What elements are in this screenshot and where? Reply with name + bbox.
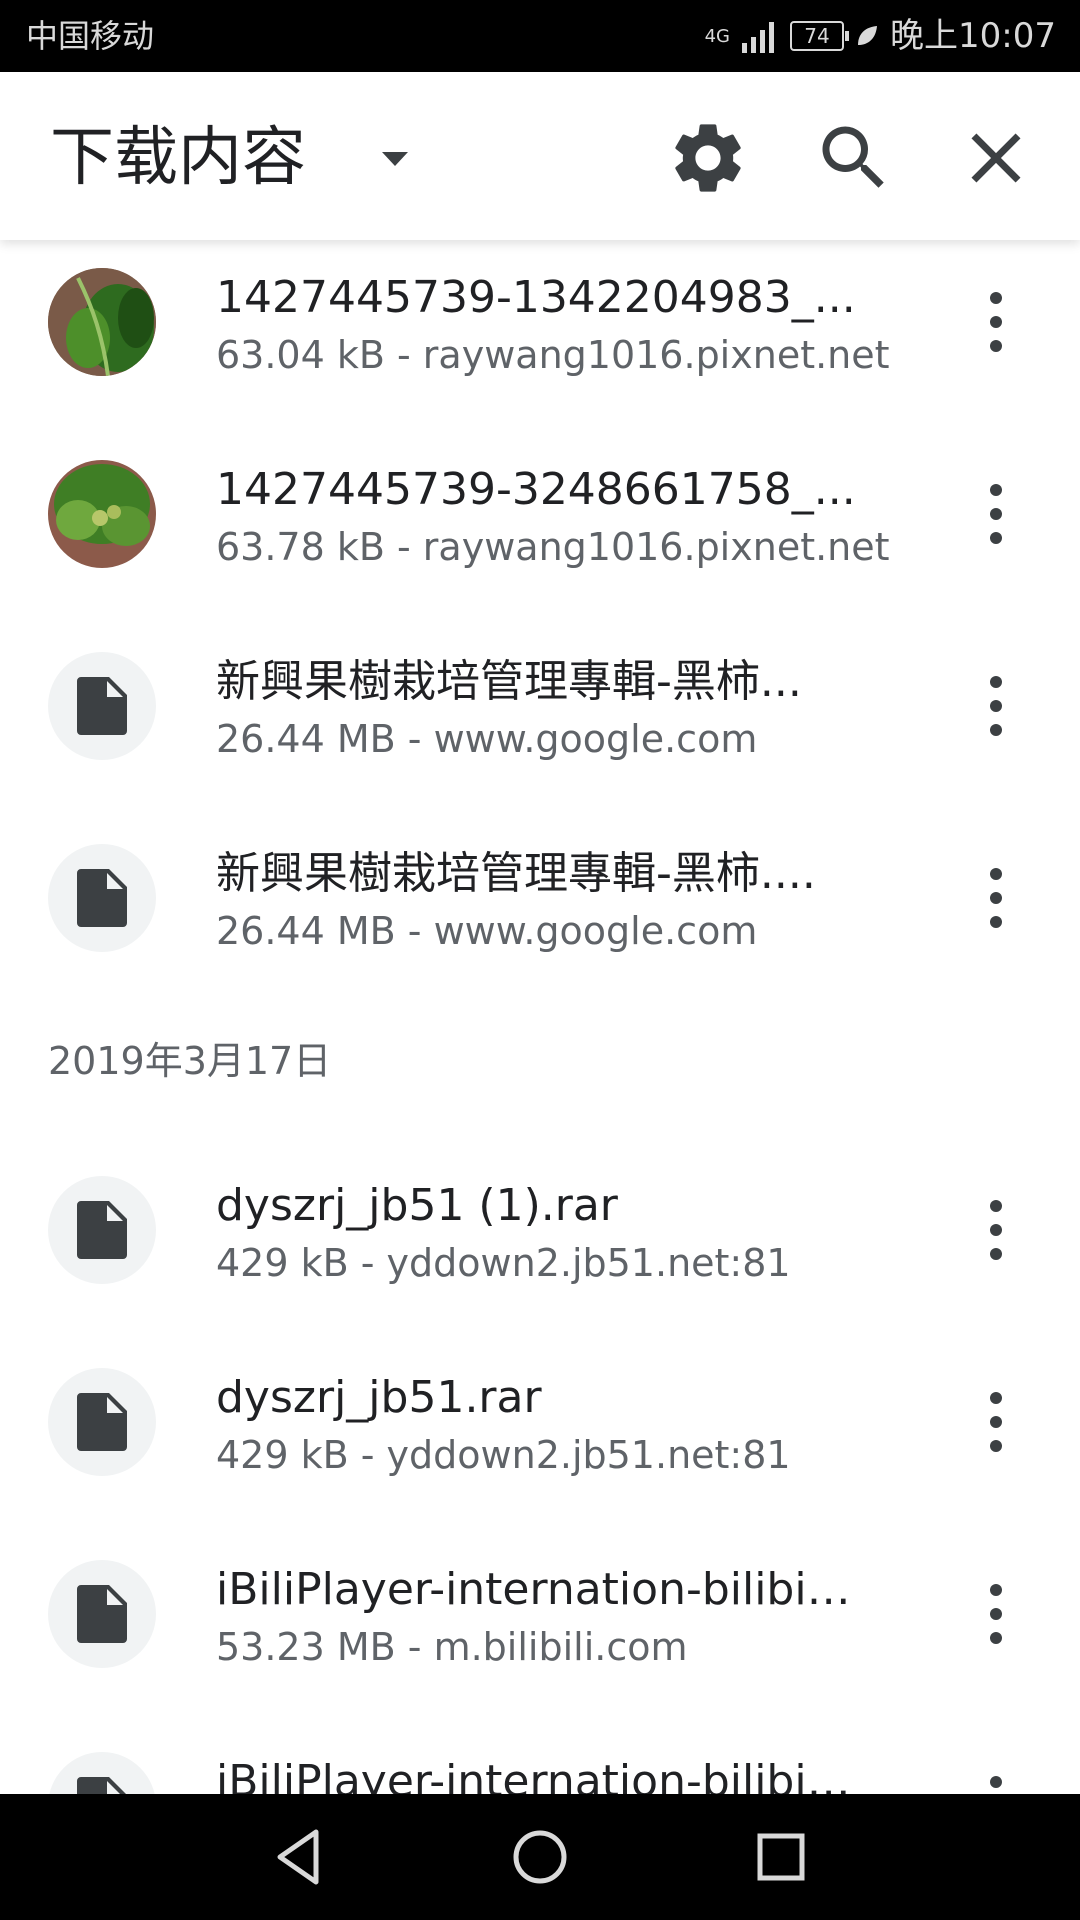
status-right: 4G 74 晚上10:07 (705, 14, 1056, 58)
download-meta: 26.44 MB - www.google.com (216, 717, 758, 761)
more-vert-icon[interactable] (966, 1384, 1026, 1460)
download-item[interactable]: iBiliPlayer-internation-bilibili... 53.2… (0, 1532, 1080, 1724)
more-vert-icon[interactable] (966, 1192, 1026, 1268)
carrier-label: 中国移动 (26, 17, 155, 55)
recents-icon[interactable] (746, 1822, 816, 1892)
download-list: 1427445739-1342204983_... 63.04 kB - ray… (0, 240, 1080, 1794)
battery-icon: 74 (790, 21, 850, 51)
leaf-icon (858, 26, 878, 45)
status-time: 晚上10:07 (890, 16, 1056, 56)
signal-icon (742, 22, 775, 53)
file-icon (77, 677, 127, 735)
download-item[interactable]: dyszrj_jb51.rar 429 kB - yddown2.jb51.ne… (0, 1340, 1080, 1532)
back-icon[interactable] (264, 1822, 334, 1892)
more-vert-icon[interactable] (966, 1768, 1026, 1794)
download-item[interactable]: 1427445739-3248661758_... 63.78 kB - ray… (0, 432, 1080, 624)
gear-icon[interactable] (666, 116, 750, 200)
download-meta: 63.04 kB - raywang1016.pixnet.net (216, 333, 890, 377)
search-icon[interactable] (812, 116, 896, 200)
app-bar: 下载内容 (0, 72, 1080, 240)
download-name: 1427445739-1342204983_... (216, 272, 856, 323)
more-vert-icon[interactable] (966, 1576, 1026, 1652)
leaf-photo-icon (48, 268, 156, 376)
file-icon (77, 1585, 127, 1643)
download-item[interactable]: dyszrj_jb51 (1).rar 429 kB - yddown2.jb5… (0, 1148, 1080, 1340)
download-item[interactable]: 新興果樹栽培管理專輯-黑柿... 26.44 MB - www.google.c… (0, 624, 1080, 816)
home-icon[interactable] (505, 1822, 575, 1892)
download-meta: 26.44 MB - www.google.com (216, 909, 758, 953)
download-name: 新興果樹栽培管理專輯-黑柿.... (216, 848, 816, 899)
download-item[interactable]: iBiliPlayer-internation-bilibili.... (0, 1724, 1080, 1794)
download-name: iBiliPlayer-internation-bilibili.... (216, 1756, 856, 1794)
download-meta: 429 kB - yddown2.jb51.net:81 (216, 1433, 791, 1477)
file-thumbnail (48, 1752, 156, 1794)
more-vert-icon[interactable] (966, 284, 1026, 360)
download-item[interactable]: 新興果樹栽培管理專輯-黑柿.... 26.44 MB - www.google.… (0, 816, 1080, 1008)
file-thumbnail (48, 652, 156, 760)
section-date-header: 2019年3月17日 (48, 1039, 332, 1083)
file-thumbnail (48, 1176, 156, 1284)
file-thumbnail (48, 1560, 156, 1668)
more-vert-icon[interactable] (966, 668, 1026, 744)
more-vert-icon[interactable] (966, 860, 1026, 936)
chevron-down-icon[interactable] (365, 140, 425, 180)
battery-level: 74 (804, 24, 830, 48)
download-name: iBiliPlayer-internation-bilibili... (216, 1564, 856, 1615)
image-thumbnail (48, 268, 156, 376)
download-meta: 53.23 MB - m.bilibili.com (216, 1625, 688, 1669)
download-name: dyszrj_jb51 (1).rar (216, 1180, 618, 1231)
page-title: 下载内容 (50, 121, 306, 195)
more-vert-icon[interactable] (966, 476, 1026, 552)
file-icon (77, 1777, 126, 1794)
download-name: 1427445739-3248661758_... (216, 464, 856, 515)
file-icon (77, 1201, 127, 1259)
leaf-photo-icon (48, 460, 156, 568)
file-icon (77, 869, 127, 927)
image-thumbnail (48, 460, 156, 568)
download-meta: 63.78 kB - raywang1016.pixnet.net (216, 525, 890, 569)
file-thumbnail (48, 1368, 156, 1476)
file-icon (77, 1393, 127, 1451)
navigation-bar (0, 1794, 1080, 1920)
close-icon[interactable] (954, 116, 1038, 200)
download-name: 新興果樹栽培管理專輯-黑柿... (216, 656, 802, 707)
download-meta: 429 kB - yddown2.jb51.net:81 (216, 1241, 791, 1285)
download-name: dyszrj_jb51.rar (216, 1372, 542, 1423)
download-item[interactable]: 1427445739-1342204983_... 63.04 kB - ray… (0, 240, 1080, 432)
network-type-label: 4G (704, 25, 731, 47)
status-bar: 中国移动 4G 74 晚上10:07 (0, 0, 1080, 72)
file-thumbnail (48, 844, 156, 952)
